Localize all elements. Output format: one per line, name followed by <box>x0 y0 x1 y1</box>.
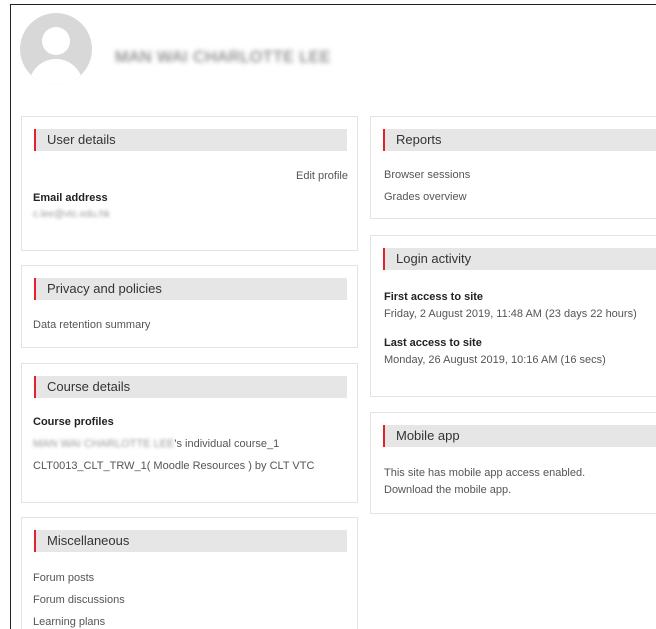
login-activity-title: Login activity <box>396 251 472 266</box>
privacy-card: Privacy and policies Data retention summ… <box>21 265 358 348</box>
browser-sessions-link[interactable]: Browser sessions <box>384 169 470 181</box>
reports-card: Reports Browser sessions Grades overview <box>370 116 656 219</box>
avatar-body-shape <box>29 59 83 85</box>
email-value: c.lee@vtc.edu.hk <box>33 209 110 220</box>
login-activity-header: Login activity <box>383 248 656 270</box>
grades-overview-link[interactable]: Grades overview <box>384 191 467 203</box>
download-mobile-app-link[interactable]: Download the mobile app. <box>384 484 511 496</box>
mobile-app-header: Mobile app <box>383 425 656 447</box>
course-profiles-label: Course profiles <box>33 416 114 428</box>
last-access-value: Monday, 26 August 2019, 10:16 AM (16 sec… <box>384 354 606 366</box>
course-link-1[interactable]: MAN WAI CHARLOTTE LEE's individual cours… <box>33 438 279 450</box>
mobile-app-card: Mobile app This site has mobile app acce… <box>370 412 656 514</box>
miscellaneous-title: Miscellaneous <box>47 533 130 548</box>
course-details-header: Course details <box>34 376 347 398</box>
avatar-head-shape <box>42 27 70 55</box>
data-retention-link[interactable]: Data retention summary <box>33 319 150 331</box>
course-link-1-suffix: 's individual course_1 <box>174 438 280 450</box>
login-activity-card: Login activity First access to site Frid… <box>370 235 656 397</box>
first-access-value: Friday, 2 August 2019, 11:48 AM (23 days… <box>384 308 637 320</box>
user-details-title: User details <box>47 132 116 147</box>
email-label: Email address <box>33 192 108 204</box>
forum-discussions-link[interactable]: Forum discussions <box>33 594 125 606</box>
privacy-title: Privacy and policies <box>47 281 162 296</box>
forum-posts-link[interactable]: Forum posts <box>33 572 94 584</box>
course-owner-name: MAN WAI CHARLOTTE LEE <box>33 438 175 450</box>
reports-header: Reports <box>383 129 656 151</box>
profile-page: MAN WAI CHARLOTTE LEE User details Edit … <box>10 4 656 629</box>
first-access-label: First access to site <box>384 291 484 303</box>
learning-plans-link[interactable]: Learning plans <box>33 616 105 628</box>
privacy-header: Privacy and policies <box>34 278 347 300</box>
miscellaneous-card: Miscellaneous Forum posts Forum discussi… <box>21 517 358 629</box>
user-details-header: User details <box>34 129 347 151</box>
profile-header: MAN WAI CHARLOTTE LEE <box>11 5 656 103</box>
avatar[interactable] <box>20 13 92 85</box>
last-access-label: Last access to site <box>384 337 482 349</box>
edit-profile-link[interactable]: Edit profile <box>296 170 348 182</box>
user-details-card: User details Edit profile Email address … <box>21 116 358 251</box>
course-details-card: Course details Course profiles MAN WAI C… <box>21 363 358 503</box>
miscellaneous-header: Miscellaneous <box>34 530 347 552</box>
reports-title: Reports <box>396 132 442 147</box>
mobile-app-status: This site has mobile app access enabled. <box>384 467 586 479</box>
profile-name: MAN WAI CHARLOTTE LEE <box>115 49 332 66</box>
mobile-app-title: Mobile app <box>396 428 460 443</box>
course-link-2[interactable]: CLT0013_CLT_TRW_1( Moodle Resources ) by… <box>33 460 314 472</box>
course-details-title: Course details <box>47 379 131 394</box>
